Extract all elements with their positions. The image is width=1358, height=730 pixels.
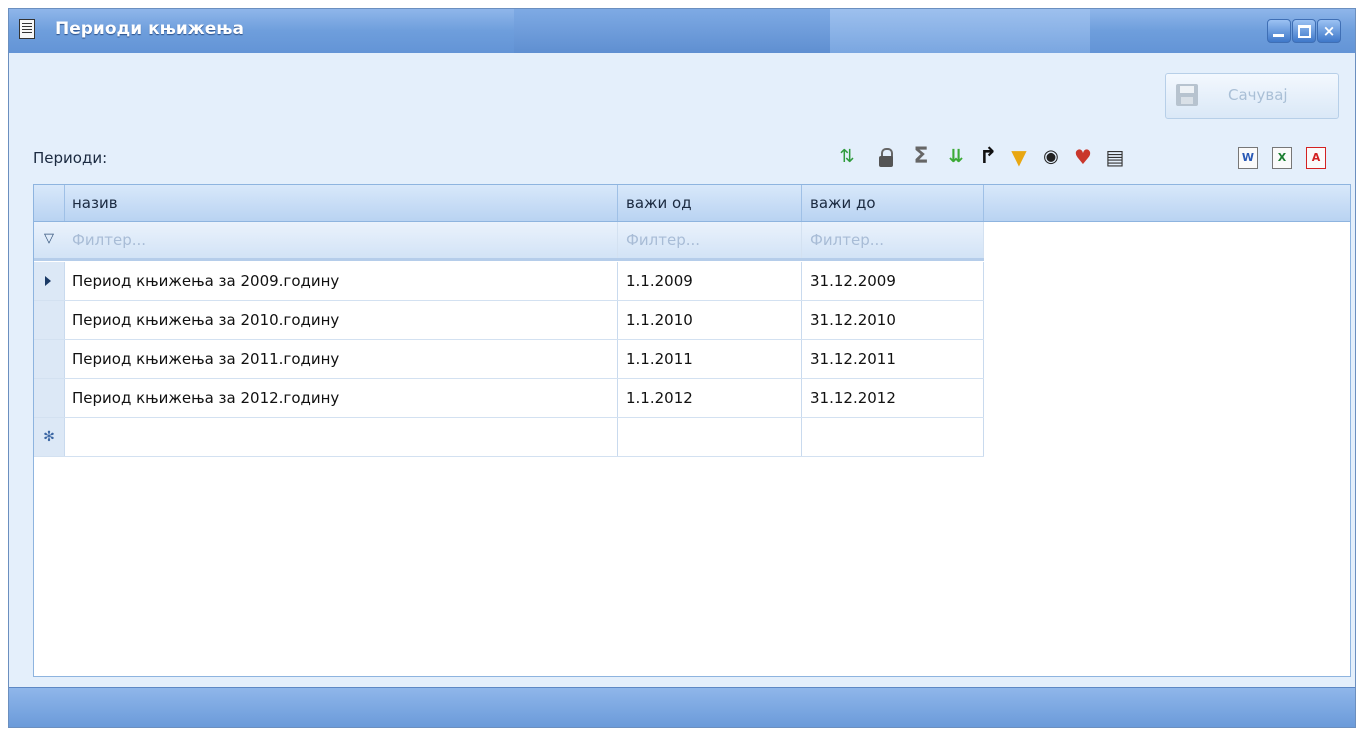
close-button[interactable]: × — [1317, 19, 1341, 43]
refresh-icon[interactable]: ⇅ — [835, 145, 859, 169]
minimize-button[interactable] — [1267, 19, 1291, 43]
word-export-icon[interactable]: W — [1238, 147, 1258, 169]
column-header-naziv[interactable]: назив — [64, 185, 618, 221]
row-selector[interactable] — [34, 301, 65, 339]
filter-icon[interactable]: ▼ — [1007, 145, 1031, 169]
title-bar[interactable]: Периоди књижења × — [9, 9, 1355, 53]
save-button-label: Сачувај — [1228, 86, 1288, 104]
grid-header: назив важи од важи до — [34, 185, 1350, 222]
new-cell-naziv[interactable] — [64, 418, 618, 456]
filter-row: ▽ Филтер... Филтер... Филтер... — [34, 222, 984, 261]
periods-window: Периоди књижења × Сачувај Периоди: ⇅ Σ ⇊… — [8, 8, 1356, 728]
eye-icon[interactable]: ◉ — [1039, 145, 1063, 169]
table-row[interactable]: Период књижења за 2012.годину 1.1.2012 3… — [34, 379, 984, 418]
filter-input-vazi-od[interactable]: Филтер... — [618, 222, 802, 258]
new-row-selector[interactable]: ✻ — [34, 418, 65, 456]
row-selector[interactable] — [34, 379, 65, 417]
excel-export-icon[interactable]: X — [1272, 147, 1292, 169]
floppy-disk-icon — [1176, 84, 1198, 106]
column-header-vazi-do[interactable]: важи до — [802, 185, 984, 221]
sum-icon[interactable]: Σ — [909, 145, 933, 169]
heart-icon[interactable]: ♥ — [1071, 145, 1095, 169]
column-header-vazi-od[interactable]: важи од — [618, 185, 802, 221]
title-bar-band — [830, 9, 1090, 53]
row-selector[interactable] — [34, 340, 65, 378]
status-bar — [9, 687, 1355, 727]
cell-naziv[interactable]: Период књижења за 2011.годину — [64, 340, 618, 378]
lock-icon[interactable] — [874, 145, 898, 169]
cell-vazi-do[interactable]: 31.12.2011 — [802, 340, 984, 378]
title-bar-band — [514, 9, 830, 53]
cell-vazi-do[interactable]: 31.12.2009 — [802, 262, 984, 300]
periods-grid[interactable]: назив важи од важи до ▽ Филтер... Филтер… — [33, 184, 1351, 677]
pdf-export-icon[interactable]: A — [1306, 147, 1326, 169]
filter-input-naziv[interactable]: Филтер... — [64, 222, 618, 258]
new-row-icon: ✻ — [43, 429, 55, 445]
expand-icon[interactable]: ⇊ — [944, 145, 968, 169]
cell-vazi-od[interactable]: 1.1.2010 — [618, 301, 802, 339]
filter-row-icon: ▽ — [44, 231, 54, 246]
table-row[interactable]: Период књижења за 2011.годину 1.1.2011 3… — [34, 340, 984, 379]
new-row[interactable]: ✻ — [34, 418, 984, 457]
window-title: Периоди књижења — [55, 19, 244, 39]
print-icon[interactable]: ▤ — [1103, 145, 1127, 169]
cell-vazi-od[interactable]: 1.1.2012 — [618, 379, 802, 417]
cell-vazi-do[interactable]: 31.12.2010 — [802, 301, 984, 339]
goto-icon[interactable]: ↱ — [976, 145, 1000, 169]
document-icon — [19, 19, 35, 39]
cell-naziv[interactable]: Период књижења за 2010.годину — [64, 301, 618, 339]
cell-vazi-do[interactable]: 31.12.2012 — [802, 379, 984, 417]
cell-vazi-od[interactable]: 1.1.2009 — [618, 262, 802, 300]
filter-input-vazi-do[interactable]: Филтер... — [802, 222, 984, 258]
cell-naziv[interactable]: Период књижења за 2009.годину — [64, 262, 618, 300]
table-row[interactable]: Период књижења за 2009.годину 1.1.2009 3… — [34, 262, 984, 301]
current-row-arrow-icon — [45, 276, 51, 286]
row-indicator-header — [34, 185, 65, 221]
maximize-button[interactable] — [1292, 19, 1316, 43]
periods-label: Периоди: — [33, 149, 108, 167]
new-cell-vazi-od[interactable] — [618, 418, 802, 456]
new-cell-vazi-do[interactable] — [802, 418, 984, 456]
row-selector[interactable] — [34, 262, 65, 300]
table-row[interactable]: Период књижења за 2010.годину 1.1.2010 3… — [34, 301, 984, 340]
close-icon: × — [1322, 22, 1336, 40]
cell-vazi-od[interactable]: 1.1.2011 — [618, 340, 802, 378]
save-button[interactable]: Сачувај — [1165, 73, 1339, 119]
cell-naziv[interactable]: Период књижења за 2012.годину — [64, 379, 618, 417]
